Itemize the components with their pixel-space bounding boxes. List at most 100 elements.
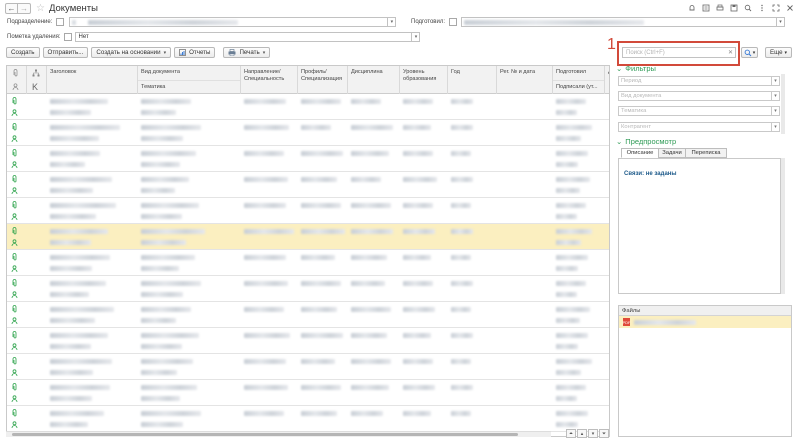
create-button[interactable]: Создать [6,47,40,58]
table-row[interactable] [7,224,609,250]
filters-section-header[interactable]: ⌄ Фильтры [616,64,656,73]
blurred-text [50,307,114,312]
horizontal-scrollbar[interactable] [6,431,551,437]
table-row[interactable] [7,120,609,146]
side-filter-field[interactable]: Период ▾ [618,76,780,86]
table-cell [556,99,586,115]
prepared-field[interactable]: ▾ [461,17,786,27]
attachment-icon [11,409,18,419]
table-cell [50,411,104,427]
side-filter-field[interactable]: Тематика ▾ [618,106,780,116]
scrollbar-thumb[interactable] [12,433,518,436]
scroll-buttons: ⏶ ▴ ▾ ⏷ [566,429,609,438]
scroll-down-button[interactable]: ▾ [588,429,598,438]
send-button[interactable]: Отправить... [42,47,89,58]
search-button[interactable]: ▾ [741,47,758,58]
column-header-3[interactable]: Профиль/Специализация [298,66,348,94]
table-row[interactable] [7,250,609,276]
column-header-1[interactable]: Вид документа Тематика [138,66,241,94]
search-input[interactable]: Поиск (Ctrl+F) ✕ [622,47,736,58]
division-field[interactable]: ▾ [69,17,397,27]
table-cell [141,125,201,141]
blurred-text [244,229,294,234]
preview-title: Предпросмотр [625,137,677,146]
chevron-down-icon[interactable]: ▾ [771,77,779,85]
table-row[interactable] [7,146,609,172]
filters-scrollbar[interactable] [781,74,785,134]
blurred-text [50,255,110,260]
column-header-0[interactable]: Заголовок [47,66,138,94]
side-filter-field[interactable]: Контрагент ▾ [618,122,780,132]
table-cell [141,203,199,219]
reports-button[interactable]: Отчеты [174,47,216,58]
forward-button[interactable]: → [18,2,31,14]
blurred-text [451,281,473,286]
table-row[interactable] [7,406,609,432]
table-cell [451,99,473,104]
blurred-text [244,203,286,208]
table-row[interactable] [7,380,609,406]
link-icon[interactable] [700,2,711,13]
chevron-down-icon[interactable]: ▾ [411,33,419,41]
column-header-2[interactable]: Направление/Специальность [241,66,298,94]
tab-correspondence[interactable]: Переписка [685,148,727,158]
zoom-icon[interactable] [742,2,753,13]
expand-icon[interactable] [770,2,781,13]
bell-icon[interactable] [686,2,697,13]
blurred-text [50,266,92,271]
table-cell [351,255,387,260]
deletion-field[interactable]: Нет ▾ [75,32,421,42]
preview-section-header[interactable]: ⌄ Предпросмотр [616,137,676,146]
print-icon[interactable] [714,2,725,13]
scroll-bottom-button[interactable]: ⏷ [599,429,609,438]
column-header-4[interactable]: Дисциплина [348,66,400,94]
table-row[interactable] [7,172,609,198]
create-based-button[interactable]: Создать на основании ▾ [91,47,172,58]
side-filter-field[interactable]: Вид документа ▾ [618,91,780,101]
table-row[interactable] [7,302,609,328]
prepared-checkbox[interactable] [449,18,458,26]
header-attach-col[interactable] [7,66,27,94]
column-header-9[interactable]: Дa [605,66,609,94]
table-row[interactable] [7,198,609,224]
column-header-7[interactable]: Рег. № и дата [497,66,553,94]
save-icon[interactable] [728,2,739,13]
chevron-down-icon[interactable]: ▾ [771,123,779,131]
table-row[interactable] [7,328,609,354]
table-cell [451,307,471,312]
preview-scrollbar[interactable] [781,158,785,294]
column-header-6[interactable]: Год [448,66,497,94]
blurred-text [451,333,473,338]
scroll-top-button[interactable]: ⏶ [566,429,576,438]
file-row[interactable]: PDF [619,316,791,328]
chevron-down-icon[interactable]: ▾ [387,18,395,26]
blurred-text [351,411,383,416]
user-icon [11,343,18,353]
column-header-5[interactable]: Уровень образования [400,66,448,94]
division-checkbox[interactable] [56,18,65,26]
blurred-text [351,385,389,390]
tab-description[interactable]: Описание [621,148,659,158]
more-icon[interactable] [756,2,767,13]
more-button[interactable]: Еще ▾ [765,47,792,58]
header-tree-col[interactable]: K [27,66,47,94]
column-header-label: Дa [608,69,609,76]
clear-icon[interactable]: ✕ [728,49,733,56]
column-header-8[interactable]: Подготовил Подписали (ут... [553,66,605,94]
chevron-down-icon[interactable]: ▾ [771,107,779,115]
deletion-checkbox[interactable] [64,33,73,41]
close-icon[interactable] [784,2,795,13]
hierarchy-icon [32,69,40,79]
chevron-down-icon[interactable]: ▾ [776,18,784,26]
chevron-down-icon[interactable]: ▾ [771,92,779,100]
back-button[interactable]: ← [5,2,18,14]
scroll-up-button[interactable]: ▴ [577,429,587,438]
table-cell [403,411,431,416]
print-button[interactable]: Печать ▾ [223,47,271,58]
table-row[interactable] [7,354,609,380]
tab-tasks[interactable]: Задачи [658,148,686,158]
table-cell [556,203,586,219]
favorite-star-icon[interactable]: ☆ [36,3,45,14]
table-row[interactable] [7,276,609,302]
table-row[interactable] [7,94,609,120]
